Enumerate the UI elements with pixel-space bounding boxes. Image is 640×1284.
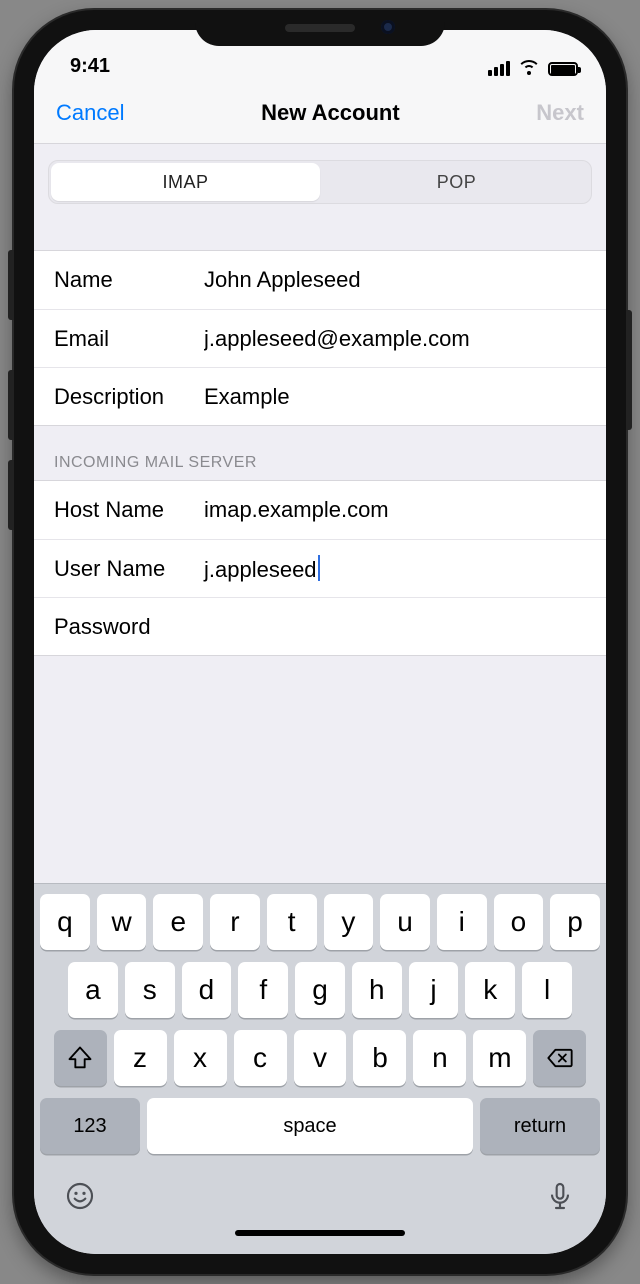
emoji-icon xyxy=(64,1180,96,1212)
next-button[interactable]: Next xyxy=(536,100,584,126)
dictation-key[interactable] xyxy=(544,1180,576,1212)
shift-key[interactable] xyxy=(54,1030,107,1086)
row-host[interactable]: Host Name xyxy=(34,481,606,539)
key-t[interactable]: t xyxy=(267,894,317,950)
key-s[interactable]: s xyxy=(125,962,175,1018)
key-k[interactable]: k xyxy=(465,962,515,1018)
key-c[interactable]: c xyxy=(234,1030,287,1086)
key-l[interactable]: l xyxy=(522,962,572,1018)
keyboard: qwertyuiop asdfghjkl zxcvbnm 123 space r… xyxy=(34,883,606,1226)
label-password: Password xyxy=(54,614,204,640)
row-name[interactable]: Name xyxy=(34,251,606,309)
key-a[interactable]: a xyxy=(68,962,118,1018)
incoming-group: Host Name User Name j.appleseed Password xyxy=(34,480,606,656)
key-x[interactable]: x xyxy=(174,1030,227,1086)
navbar: Cancel New Account Next xyxy=(34,82,606,144)
name-field[interactable] xyxy=(204,267,586,293)
label-name: Name xyxy=(54,267,204,293)
key-q[interactable]: q xyxy=(40,894,90,950)
key-r[interactable]: r xyxy=(210,894,260,950)
status-indicators xyxy=(488,60,578,82)
key-z[interactable]: z xyxy=(114,1030,167,1086)
tab-imap[interactable]: IMAP xyxy=(51,163,320,201)
key-y[interactable]: y xyxy=(324,894,374,950)
account-group: Name Email Description xyxy=(34,250,606,426)
key-d[interactable]: d xyxy=(182,962,232,1018)
row-username[interactable]: User Name j.appleseed xyxy=(34,539,606,597)
microphone-icon xyxy=(544,1180,576,1212)
label-host: Host Name xyxy=(54,497,204,523)
label-email: Email xyxy=(54,326,204,352)
battery-icon xyxy=(548,62,578,76)
incoming-header: Incoming Mail Server xyxy=(34,426,606,480)
description-field[interactable] xyxy=(204,384,586,410)
row-password[interactable]: Password xyxy=(34,597,606,655)
text-cursor xyxy=(318,555,320,581)
key-f[interactable]: f xyxy=(238,962,288,1018)
tab-pop[interactable]: POP xyxy=(322,161,591,203)
key-n[interactable]: n xyxy=(413,1030,466,1086)
email-field[interactable] xyxy=(204,326,586,352)
key-i[interactable]: i xyxy=(437,894,487,950)
cancel-button[interactable]: Cancel xyxy=(56,100,124,126)
emoji-key[interactable] xyxy=(64,1180,96,1212)
wifi-icon xyxy=(518,60,540,76)
label-username: User Name xyxy=(54,556,204,582)
key-u[interactable]: u xyxy=(380,894,430,950)
key-g[interactable]: g xyxy=(295,962,345,1018)
space-key[interactable]: space xyxy=(147,1098,473,1154)
numbers-key[interactable]: 123 xyxy=(40,1098,140,1154)
key-e[interactable]: e xyxy=(153,894,203,950)
row-email[interactable]: Email xyxy=(34,309,606,367)
return-key[interactable]: return xyxy=(480,1098,600,1154)
key-v[interactable]: v xyxy=(294,1030,347,1086)
home-indicator[interactable] xyxy=(34,1226,606,1254)
label-description: Description xyxy=(54,384,204,410)
cellular-icon xyxy=(488,61,510,76)
status-time: 9:41 xyxy=(70,55,110,82)
row-description[interactable]: Description xyxy=(34,367,606,425)
shift-icon xyxy=(66,1044,94,1072)
user-name-field[interactable]: j.appleseed xyxy=(204,555,586,583)
kb-footer xyxy=(40,1166,600,1220)
kb-row-4: 123 space return xyxy=(40,1098,600,1154)
kb-row-3: zxcvbnm xyxy=(40,1030,600,1086)
host-name-field[interactable] xyxy=(204,497,586,523)
backspace-key[interactable] xyxy=(533,1030,586,1086)
page-title: New Account xyxy=(261,100,400,126)
key-h[interactable]: h xyxy=(352,962,402,1018)
key-o[interactable]: o xyxy=(494,894,544,950)
key-j[interactable]: j xyxy=(409,962,459,1018)
key-b[interactable]: b xyxy=(353,1030,406,1086)
kb-row-1: qwertyuiop xyxy=(40,894,600,950)
key-p[interactable]: p xyxy=(550,894,600,950)
key-w[interactable]: w xyxy=(97,894,147,950)
kb-row-2: asdfghjkl xyxy=(40,962,600,1018)
password-field[interactable] xyxy=(204,614,586,640)
backspace-icon xyxy=(546,1044,574,1072)
content: IMAP POP Name Email Description xyxy=(34,144,606,883)
account-type-segmented: IMAP POP xyxy=(48,160,592,204)
key-m[interactable]: m xyxy=(473,1030,526,1086)
